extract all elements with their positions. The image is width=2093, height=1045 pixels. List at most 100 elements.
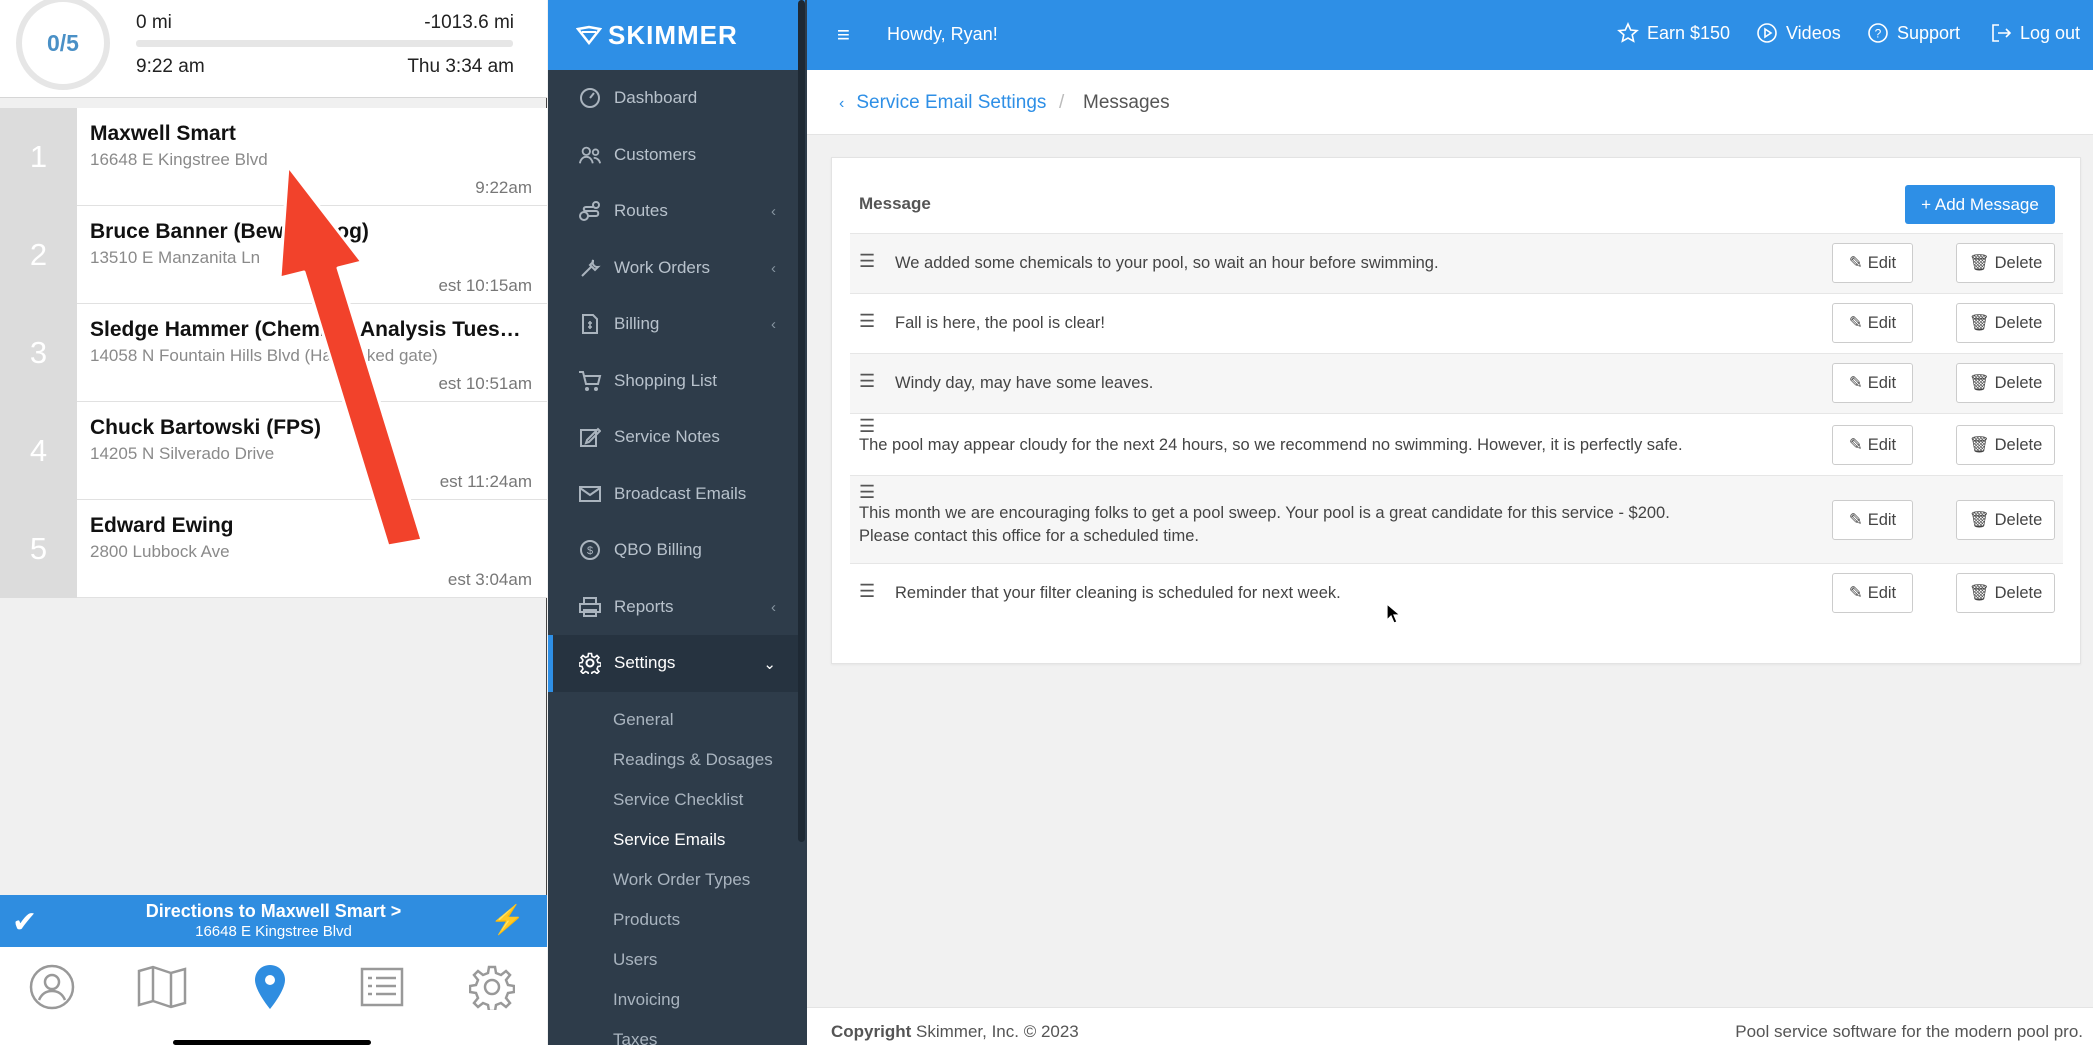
settings-sub-invoicing[interactable]: Invoicing [548, 980, 798, 1020]
progress-count: 0/5 [47, 29, 79, 56]
directions-title[interactable]: Directions to Maxwell Smart > [0, 901, 547, 922]
stop-time: est 3:04am [447, 570, 532, 589]
trash-icon: 🗑 [1968, 373, 1990, 392]
profile-icon[interactable] [22, 957, 82, 1017]
settings-sub-readings-dosages[interactable]: Readings & Dosages [548, 740, 798, 780]
map-icon[interactable] [132, 957, 192, 1017]
settings-sub-general[interactable]: General [548, 700, 798, 740]
delete-button[interactable]: 🗑 Delete [1956, 363, 2055, 403]
play-circle-icon [1757, 23, 1777, 43]
delete-button[interactable]: 🗑 Delete [1956, 243, 2055, 283]
list-icon[interactable] [352, 957, 412, 1017]
breadcrumb-separator: / [1059, 92, 1065, 113]
sidebar-item-label: Broadcast Emails [614, 483, 747, 503]
message-text: The pool may appear cloudy for the next … [859, 436, 1683, 454]
edit-label: Edit [1867, 510, 1897, 529]
delete-label: Delete [1994, 435, 2043, 454]
sidebar-item-routes[interactable]: Routes ‹ [548, 183, 798, 240]
sidebar-item-label: Settings [614, 653, 676, 673]
trash-icon: 🗑 [1968, 313, 1990, 332]
lightning-icon[interactable]: ⚡ [490, 903, 525, 936]
edit-button[interactable]: ✎ Edit [1832, 303, 1913, 343]
support-link[interactable]: ? Support [1867, 22, 1960, 44]
settings-sub-taxes[interactable]: Taxes [548, 1020, 798, 1045]
drag-handle-icon[interactable]: ☰ [859, 581, 875, 602]
sidebar-item-label: QBO Billing [614, 540, 702, 560]
edit-button[interactable]: ✎ Edit [1832, 363, 1913, 403]
settings-sub-users[interactable]: Users [548, 940, 798, 980]
add-message-button[interactable]: + Add Message [1905, 185, 2055, 224]
drag-handle-icon[interactable]: ☰ [859, 311, 875, 332]
delete-label: Delete [1994, 373, 2043, 392]
delete-button[interactable]: 🗑 Delete [1956, 303, 2055, 343]
sidebar-scrollbar[interactable] [798, 0, 805, 842]
delete-label: Delete [1994, 510, 2043, 529]
stop-address: 2800 Lubbock Ave [90, 542, 230, 561]
stop-name: Sledge Hammer (Chemical Analysis Tuesday… [90, 318, 530, 341]
chevron-left-icon: ‹ [771, 259, 776, 277]
brand-logo[interactable]: SKIMMER [548, 0, 805, 70]
delete-button[interactable]: 🗑 Delete [1956, 573, 2055, 613]
route-summary: 0/5 0 mi -1013.6 mi 9:22 am Thu 3:34 am [0, 0, 547, 98]
stop-row[interactable]: 2 Bruce Banner (Beware Dog) 13510 E Manz… [0, 206, 547, 304]
logout-label: Log out [2020, 22, 2081, 43]
sidebar-item-work-orders[interactable]: Work Orders ‹ [548, 240, 798, 297]
drag-handle-icon[interactable]: ☰ [859, 482, 875, 503]
copyright: Copyright Skimmer, Inc. © 2023 [831, 1022, 1079, 1042]
settings-sub-service-emails[interactable]: Service Emails [548, 820, 798, 860]
sidebar-item-service-notes[interactable]: Service Notes [548, 409, 798, 466]
edit-icon: ✎ [1848, 314, 1863, 332]
envelope-icon [578, 482, 602, 506]
dashboard-icon [578, 86, 602, 110]
sidebar-item-billing[interactable]: Billing ‹ [548, 296, 798, 353]
sidebar-item-broadcast-emails[interactable]: Broadcast Emails [548, 466, 798, 523]
edit-button[interactable]: ✎ Edit [1832, 243, 1913, 283]
stop-row[interactable]: 4 Chuck Bartowski (FPS) 14205 N Silverad… [0, 402, 547, 500]
logout-link[interactable]: Log out [1990, 22, 2080, 44]
mobile-app-panel: 0/5 0 mi -1013.6 mi 9:22 am Thu 3:34 am … [0, 0, 547, 1045]
earn-link[interactable]: Earn $150 [1617, 22, 1730, 44]
sidebar-item-label: Routes [614, 201, 668, 221]
edit-button[interactable]: ✎ Edit [1832, 500, 1913, 540]
support-label: Support [1897, 22, 1961, 43]
delete-button[interactable]: 🗑 Delete [1956, 425, 2055, 465]
gear-icon[interactable] [462, 957, 522, 1017]
settings-sub-service-checklist[interactable]: Service Checklist [548, 780, 798, 820]
settings-sub-products[interactable]: Products [548, 900, 798, 940]
edit-button[interactable]: ✎ Edit [1832, 573, 1913, 613]
sidebar-item-qbo-billing[interactable]: $ QBO Billing [548, 522, 798, 579]
stop-number: 5 [0, 500, 77, 598]
star-icon [1617, 22, 1639, 43]
sidebar-nav: Dashboard Customers Routes ‹ Work Orders… [548, 70, 798, 1045]
stop-name: Chuck Bartowski (FPS) [90, 416, 322, 439]
videos-link[interactable]: Videos [1756, 22, 1841, 44]
bottom-tab-bar [0, 947, 547, 1045]
drag-handle-icon[interactable]: ☰ [859, 251, 875, 272]
hamburger-menu-icon[interactable]: ≡ [837, 22, 850, 48]
delete-button[interactable]: 🗑 Delete [1956, 500, 2055, 540]
stop-number: 2 [0, 206, 77, 304]
message-row: ☰ Windy day, may have some leaves. ✎ Edit… [850, 353, 2063, 413]
directions-bar[interactable]: ✔ Directions to Maxwell Smart > 16648 E … [0, 895, 547, 947]
breadcrumb-parent-link[interactable]: ‹ Service Email Settings [839, 92, 1046, 114]
settings-sub-work-order-types[interactable]: Work Order Types [548, 860, 798, 900]
stop-row[interactable]: 5 Edward Ewing 2800 Lubbock Ave est 3:04… [0, 500, 547, 598]
drag-handle-icon[interactable]: ☰ [859, 371, 875, 392]
location-pin-icon[interactable] [240, 957, 300, 1017]
brand-name: SKIMMER [608, 19, 738, 50]
chevron-left-icon: ‹ [771, 203, 776, 220]
top-bar: ≡ Howdy, Ryan! Earn $150 Videos ? Suppor… [807, 0, 2093, 70]
sidebar-item-reports[interactable]: Reports ‹ [548, 579, 798, 636]
edit-button[interactable]: ✎ Edit [1832, 425, 1913, 465]
customers-icon [578, 143, 602, 167]
sidebar-item-dashboard[interactable]: Dashboard [548, 70, 798, 127]
breadcrumb-parent-label: Service Email Settings [856, 92, 1047, 113]
sidebar-item-settings[interactable]: Settings ⌄ [548, 635, 798, 692]
edit-icon: ✎ [1848, 436, 1863, 454]
message-text: Fall is here, the pool is clear! [895, 314, 1106, 332]
sidebar-item-customers[interactable]: Customers [548, 127, 798, 184]
stop-row[interactable]: 3 Sledge Hammer (Chemical Analysis Tuesd… [0, 304, 547, 402]
stop-row[interactable]: 1 Maxwell Smart 16648 E Kingstree Blvd 9… [0, 108, 547, 206]
sidebar-item-shopping-list[interactable]: Shopping List [548, 353, 798, 410]
column-header-message: Message [859, 194, 931, 213]
